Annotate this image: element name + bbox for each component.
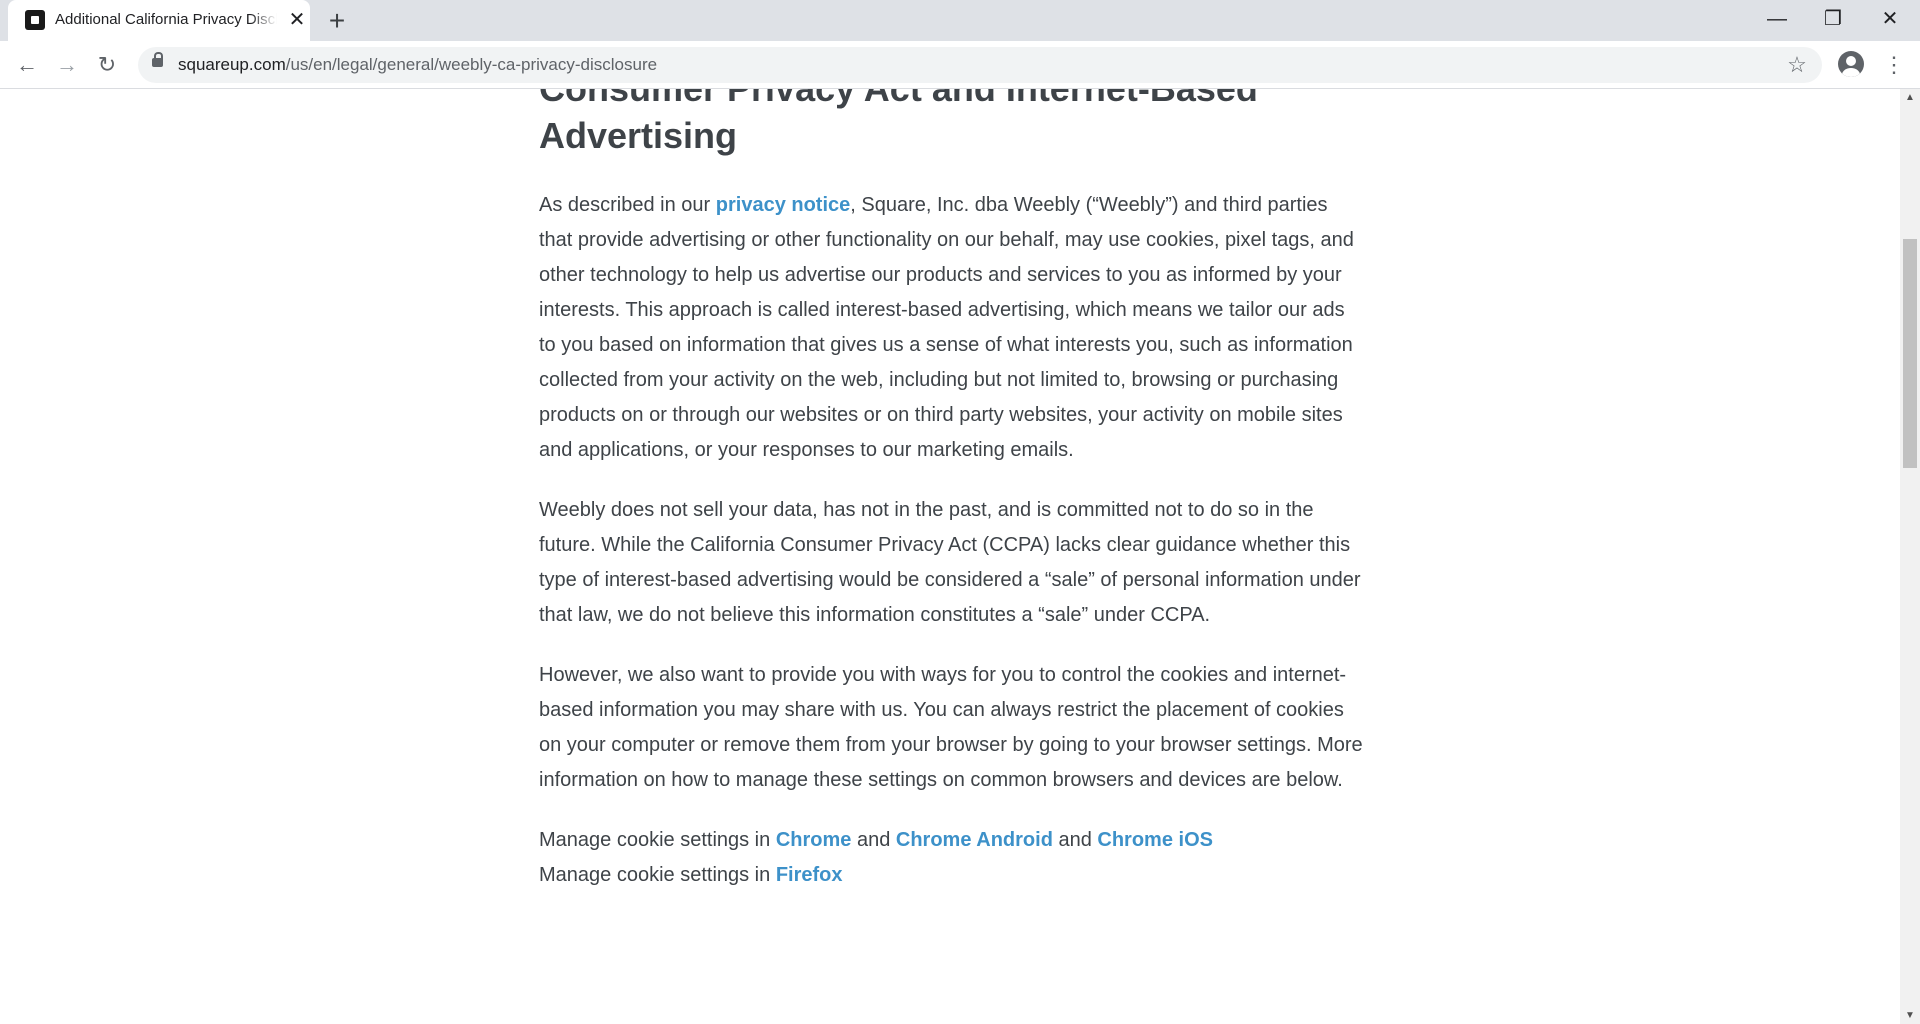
and-text: and [1052, 829, 1098, 851]
scroll-up-arrow-icon[interactable]: ▲ [1900, 89, 1920, 106]
square-logo-icon [25, 10, 45, 30]
minimize-button[interactable]: — [1749, 0, 1805, 41]
section-heading: Consumer Privacy Act and Internet-Based … [539, 89, 1258, 156]
restore-button[interactable]: ❐ [1805, 0, 1861, 41]
paragraph-cookie-control: However, we also want to provide you wit… [539, 664, 1363, 791]
browser-toolbar: ← → ↻ squareup.com/us/en/legal/general/w… [0, 41, 1920, 89]
lock-icon[interactable] [152, 52, 163, 67]
cookie-line-chrome: Manage cookie settings in Chrome and Chr… [539, 829, 1213, 851]
vertical-scrollbar[interactable]: ▲ ▼ [1900, 89, 1920, 1024]
article-content: Consumer Privacy Act and Internet-Based … [539, 89, 1365, 893]
chrome-link[interactable]: Chrome [776, 829, 852, 851]
reload-button[interactable]: ↻ [91, 49, 123, 81]
new-tab-button[interactable]: + [322, 6, 352, 36]
paragraph-interest-based-advertising: As described in our privacy notice, Squa… [539, 188, 1365, 468]
address-bar[interactable]: squareup.com/us/en/legal/general/weebly-… [138, 47, 1822, 83]
back-button[interactable]: ← [11, 49, 43, 81]
tab-title: Additional California Privacy Disclosure [55, 11, 277, 28]
privacy-notice-link[interactable]: privacy notice [716, 194, 851, 216]
close-window-button[interactable]: ✕ [1862, 0, 1918, 41]
bookmark-star-icon[interactable]: ☆ [1782, 50, 1812, 80]
browser-tab[interactable]: Additional California Privacy Disclosure… [8, 0, 310, 41]
page-viewport: Consumer Privacy Act and Internet-Based … [0, 89, 1900, 1024]
close-tab-icon[interactable]: ✕ [286, 9, 308, 31]
forward-button[interactable]: → [51, 49, 83, 81]
scroll-down-arrow-icon[interactable]: ▼ [1900, 1007, 1920, 1024]
p1-text-after: , Square, Inc. dba Weebly (“Weebly”) and… [539, 194, 1354, 461]
cookie-line-prefix: Manage cookie settings in [539, 829, 776, 851]
profile-avatar-icon[interactable] [1838, 51, 1864, 77]
browser-menu-icon[interactable]: ⋮ [1880, 49, 1908, 81]
firefox-link[interactable]: Firefox [776, 864, 843, 886]
p1-text-before: As described in our [539, 194, 716, 216]
cookie-line-prefix: Manage cookie settings in [539, 864, 776, 886]
url-path: /us/en/legal/general/weebly-ca-privacy-d… [285, 55, 658, 74]
cookie-settings-list: Manage cookie settings in Chrome and Chr… [539, 823, 1365, 893]
url-host: squareup.com [178, 55, 286, 74]
cookie-line-firefox: Manage cookie settings in Firefox [539, 864, 843, 886]
and-text: and [851, 829, 896, 851]
scrollbar-thumb[interactable] [1903, 239, 1917, 468]
tab-strip: Additional California Privacy Disclosure… [0, 0, 1920, 41]
chrome-android-link[interactable]: Chrome Android [896, 829, 1053, 851]
paragraph-no-sale: Weebly does not sell your data, has not … [539, 499, 1361, 626]
url-text[interactable]: squareup.com/us/en/legal/general/weebly-… [178, 55, 657, 75]
chrome-ios-link[interactable]: Chrome iOS [1097, 829, 1213, 851]
